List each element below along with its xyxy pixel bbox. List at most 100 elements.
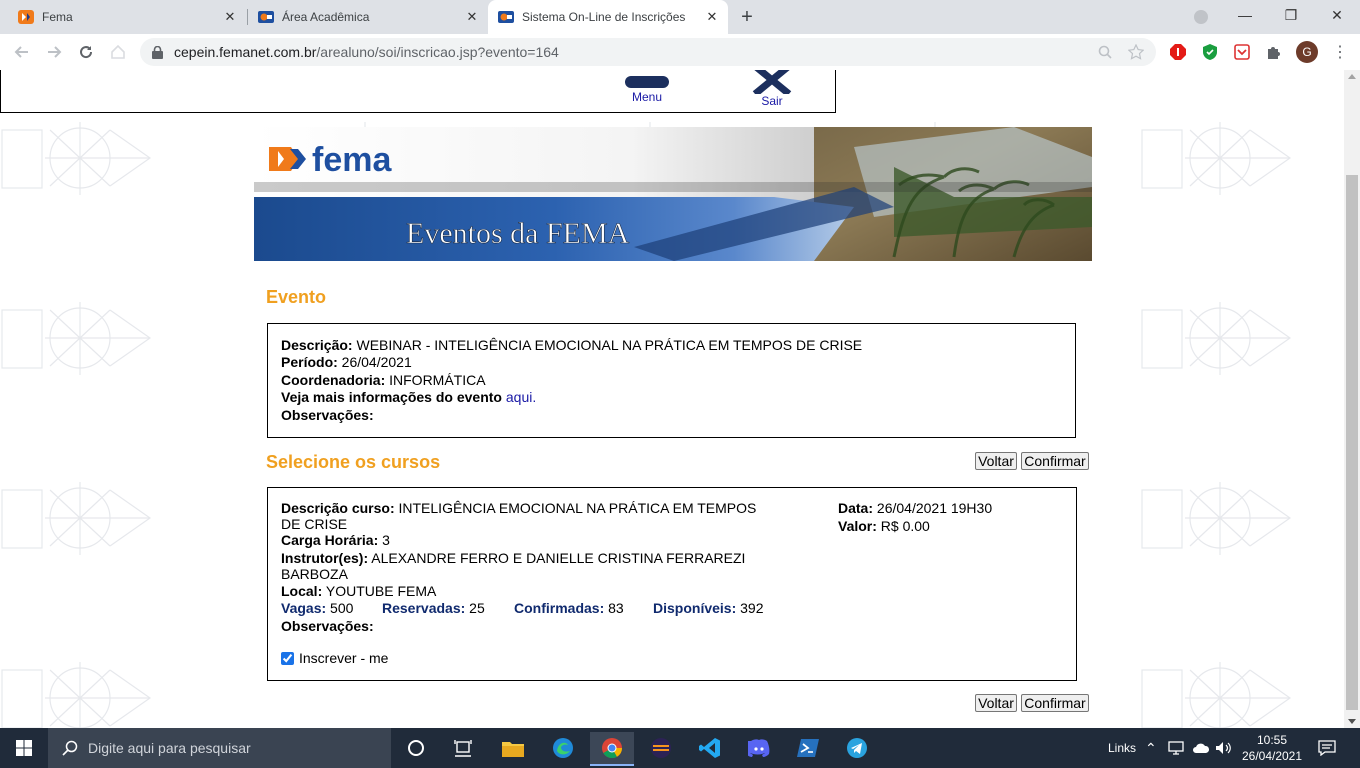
menu-label: Menu	[631, 90, 663, 104]
adblock-icon[interactable]	[1168, 42, 1188, 62]
exit-label: Sair	[761, 94, 783, 108]
back-icon[interactable]	[10, 40, 34, 64]
confirmar-button-top[interactable]: Confirmar	[1021, 452, 1089, 470]
periodo-value: 26/04/2021	[341, 354, 412, 370]
reload-icon[interactable]	[74, 40, 98, 64]
zoom-icon[interactable]	[1098, 45, 1112, 59]
vagas-label: Vagas:	[281, 600, 327, 616]
close-tab-icon[interactable]: ✕	[464, 9, 480, 25]
curso-descricao-cont: DE CRISE	[281, 516, 348, 532]
periodo-label: Período:	[281, 354, 338, 370]
curso-local: Local: YOUTUBE FEMA	[281, 583, 436, 599]
tab-search-icon[interactable]	[1194, 10, 1208, 24]
url-text: cepein.femanet.com.br/arealuno/soi/inscr…	[174, 44, 559, 60]
telegram-icon[interactable]	[835, 732, 879, 764]
more-menu-icon[interactable]: ⋮	[1330, 42, 1350, 62]
url-path: /arealuno/soi/inscricao.jsp?evento=164	[316, 44, 559, 60]
confirmadas-value: 83	[608, 600, 624, 616]
descricao-value: WEBINAR - INTELIGÊNCIA EMOCIONAL NA PRÁT…	[356, 337, 863, 353]
vagas-value: 500	[330, 600, 354, 616]
file-explorer-icon[interactable]	[491, 732, 535, 764]
scroll-up-icon[interactable]	[1348, 74, 1356, 79]
instrutor-label: Instrutor(es):	[281, 550, 369, 566]
confirmar-button-bottom[interactable]: Confirmar	[1021, 694, 1089, 712]
pocket-icon[interactable]	[1232, 42, 1252, 62]
onedrive-icon[interactable]	[1192, 728, 1210, 768]
task-view-icon[interactable]	[441, 732, 485, 764]
confirmadas-label: Confirmadas:	[514, 600, 605, 616]
restore-icon[interactable]: ❐	[1268, 0, 1314, 30]
exit-button[interactable]: Sair	[751, 70, 793, 108]
close-window-icon[interactable]: ✕	[1314, 0, 1360, 30]
taskbar-search[interactable]: Digite aqui para pesquisar	[48, 728, 391, 768]
scrollbar-thumb[interactable]	[1346, 175, 1358, 710]
minimize-icon[interactable]: —	[1222, 0, 1268, 30]
show-hidden-icons-icon[interactable]: ⌃	[1145, 728, 1157, 768]
scroll-down-icon[interactable]	[1348, 719, 1356, 724]
tab-sistema-inscricoes[interactable]: Sistema On-Line de Inscrições ✕	[488, 0, 728, 34]
windows-start-icon[interactable]	[2, 732, 46, 764]
volume-icon[interactable]	[1215, 728, 1233, 768]
curso-box: Descrição curso: INTELIGÊNCIA EMOCIONAL …	[267, 487, 1077, 681]
close-tab-icon[interactable]: ✕	[222, 9, 238, 25]
local-label: Local:	[281, 583, 323, 599]
menu-button[interactable]: Menu	[625, 76, 669, 104]
forward-icon[interactable]	[42, 40, 66, 64]
shield-icon[interactable]	[1200, 42, 1220, 62]
curso-disponiveis: Disponíveis: 392	[653, 600, 764, 616]
fema-favicon-icon	[258, 11, 274, 23]
curso-carga: Carga Horária: 3	[281, 532, 390, 548]
evento-coordenadoria: Coordenadoria: INFORMÁTICA	[281, 372, 486, 388]
evento-descricao: Descrição: WEBINAR - INTELIGÊNCIA EMOCIO…	[281, 337, 862, 353]
voltar-button-bottom[interactable]: Voltar	[975, 694, 1017, 712]
edge-browser-icon[interactable]	[541, 732, 585, 764]
links-toolbar[interactable]: Links	[1108, 728, 1136, 768]
data-label: Data:	[838, 500, 874, 516]
curso-data: Data: 26/04/2021 19H30	[838, 500, 992, 516]
close-tab-icon[interactable]: ✕	[704, 9, 720, 25]
notifications-icon[interactable]	[1318, 728, 1336, 768]
data-value: 26/04/2021 19H30	[876, 500, 993, 516]
carga-value: 3	[382, 532, 390, 548]
windows-taskbar: Digite aqui para pesquisar Links ⌃ 10:55…	[0, 728, 1360, 768]
profile-avatar[interactable]: G	[1296, 41, 1318, 63]
home-icon[interactable]	[106, 40, 130, 64]
system-clock[interactable]: 10:55 26/04/2021	[1241, 728, 1303, 768]
lock-icon[interactable]	[152, 46, 163, 59]
bookmark-star-icon[interactable]	[1128, 44, 1144, 60]
voltar-button-top[interactable]: Voltar	[975, 452, 1017, 470]
address-bar[interactable]: cepein.femanet.com.br/arealuno/soi/inscr…	[140, 38, 1156, 66]
eclipse-icon[interactable]	[639, 732, 683, 764]
curso-valor: Valor: R$ 0.00	[838, 518, 930, 534]
network-icon[interactable]	[1168, 728, 1184, 768]
cursos-heading: Selecione os cursos	[266, 452, 441, 472]
tab-title: Área Acadêmica	[282, 10, 370, 24]
tab-area-academica[interactable]: Área Acadêmica ✕	[248, 0, 488, 34]
curso-observacoes-label: Observações:	[281, 618, 374, 634]
page-scrollbar[interactable]	[1344, 70, 1360, 728]
extensions-puzzle-icon[interactable]	[1264, 42, 1284, 62]
reservadas-value: 25	[469, 600, 485, 616]
vscode-icon[interactable]	[688, 732, 732, 764]
fema-banner: fema Eventos da FEMA	[254, 127, 1092, 261]
mais-info-link[interactable]: aqui.	[506, 389, 536, 405]
inscrever-checkbox[interactable]	[281, 651, 294, 665]
tab-title: Sistema On-Line de Inscrições	[522, 10, 686, 24]
clock-time: 10:55	[1256, 733, 1288, 747]
clock-date: 26/04/2021	[1241, 749, 1303, 763]
main-content: Evento Descrição: WEBINAR - INTELIGÊNCIA…	[254, 261, 1092, 728]
cortana-icon[interactable]	[394, 732, 438, 764]
browser-toolbar: cepein.femanet.com.br/arealuno/soi/inscr…	[0, 34, 1360, 71]
powershell-icon[interactable]	[786, 732, 830, 764]
carga-label: Carga Horária:	[281, 532, 379, 548]
chrome-browser-icon[interactable]	[590, 732, 634, 766]
discord-icon[interactable]	[737, 732, 781, 764]
menu-icon	[625, 76, 669, 88]
tab-fema[interactable]: Fema ✕	[0, 0, 246, 34]
banner-logo-text: fema	[312, 141, 392, 179]
evento-mais-info: Veja mais informações do evento aqui.	[281, 389, 536, 405]
new-tab-button[interactable]: +	[736, 6, 758, 28]
curso-descricao: Descrição curso: INTELIGÊNCIA EMOCIONAL …	[281, 500, 756, 516]
tab-title: Fema	[42, 10, 73, 24]
inscrever-label[interactable]: Inscrever - me	[299, 650, 388, 666]
